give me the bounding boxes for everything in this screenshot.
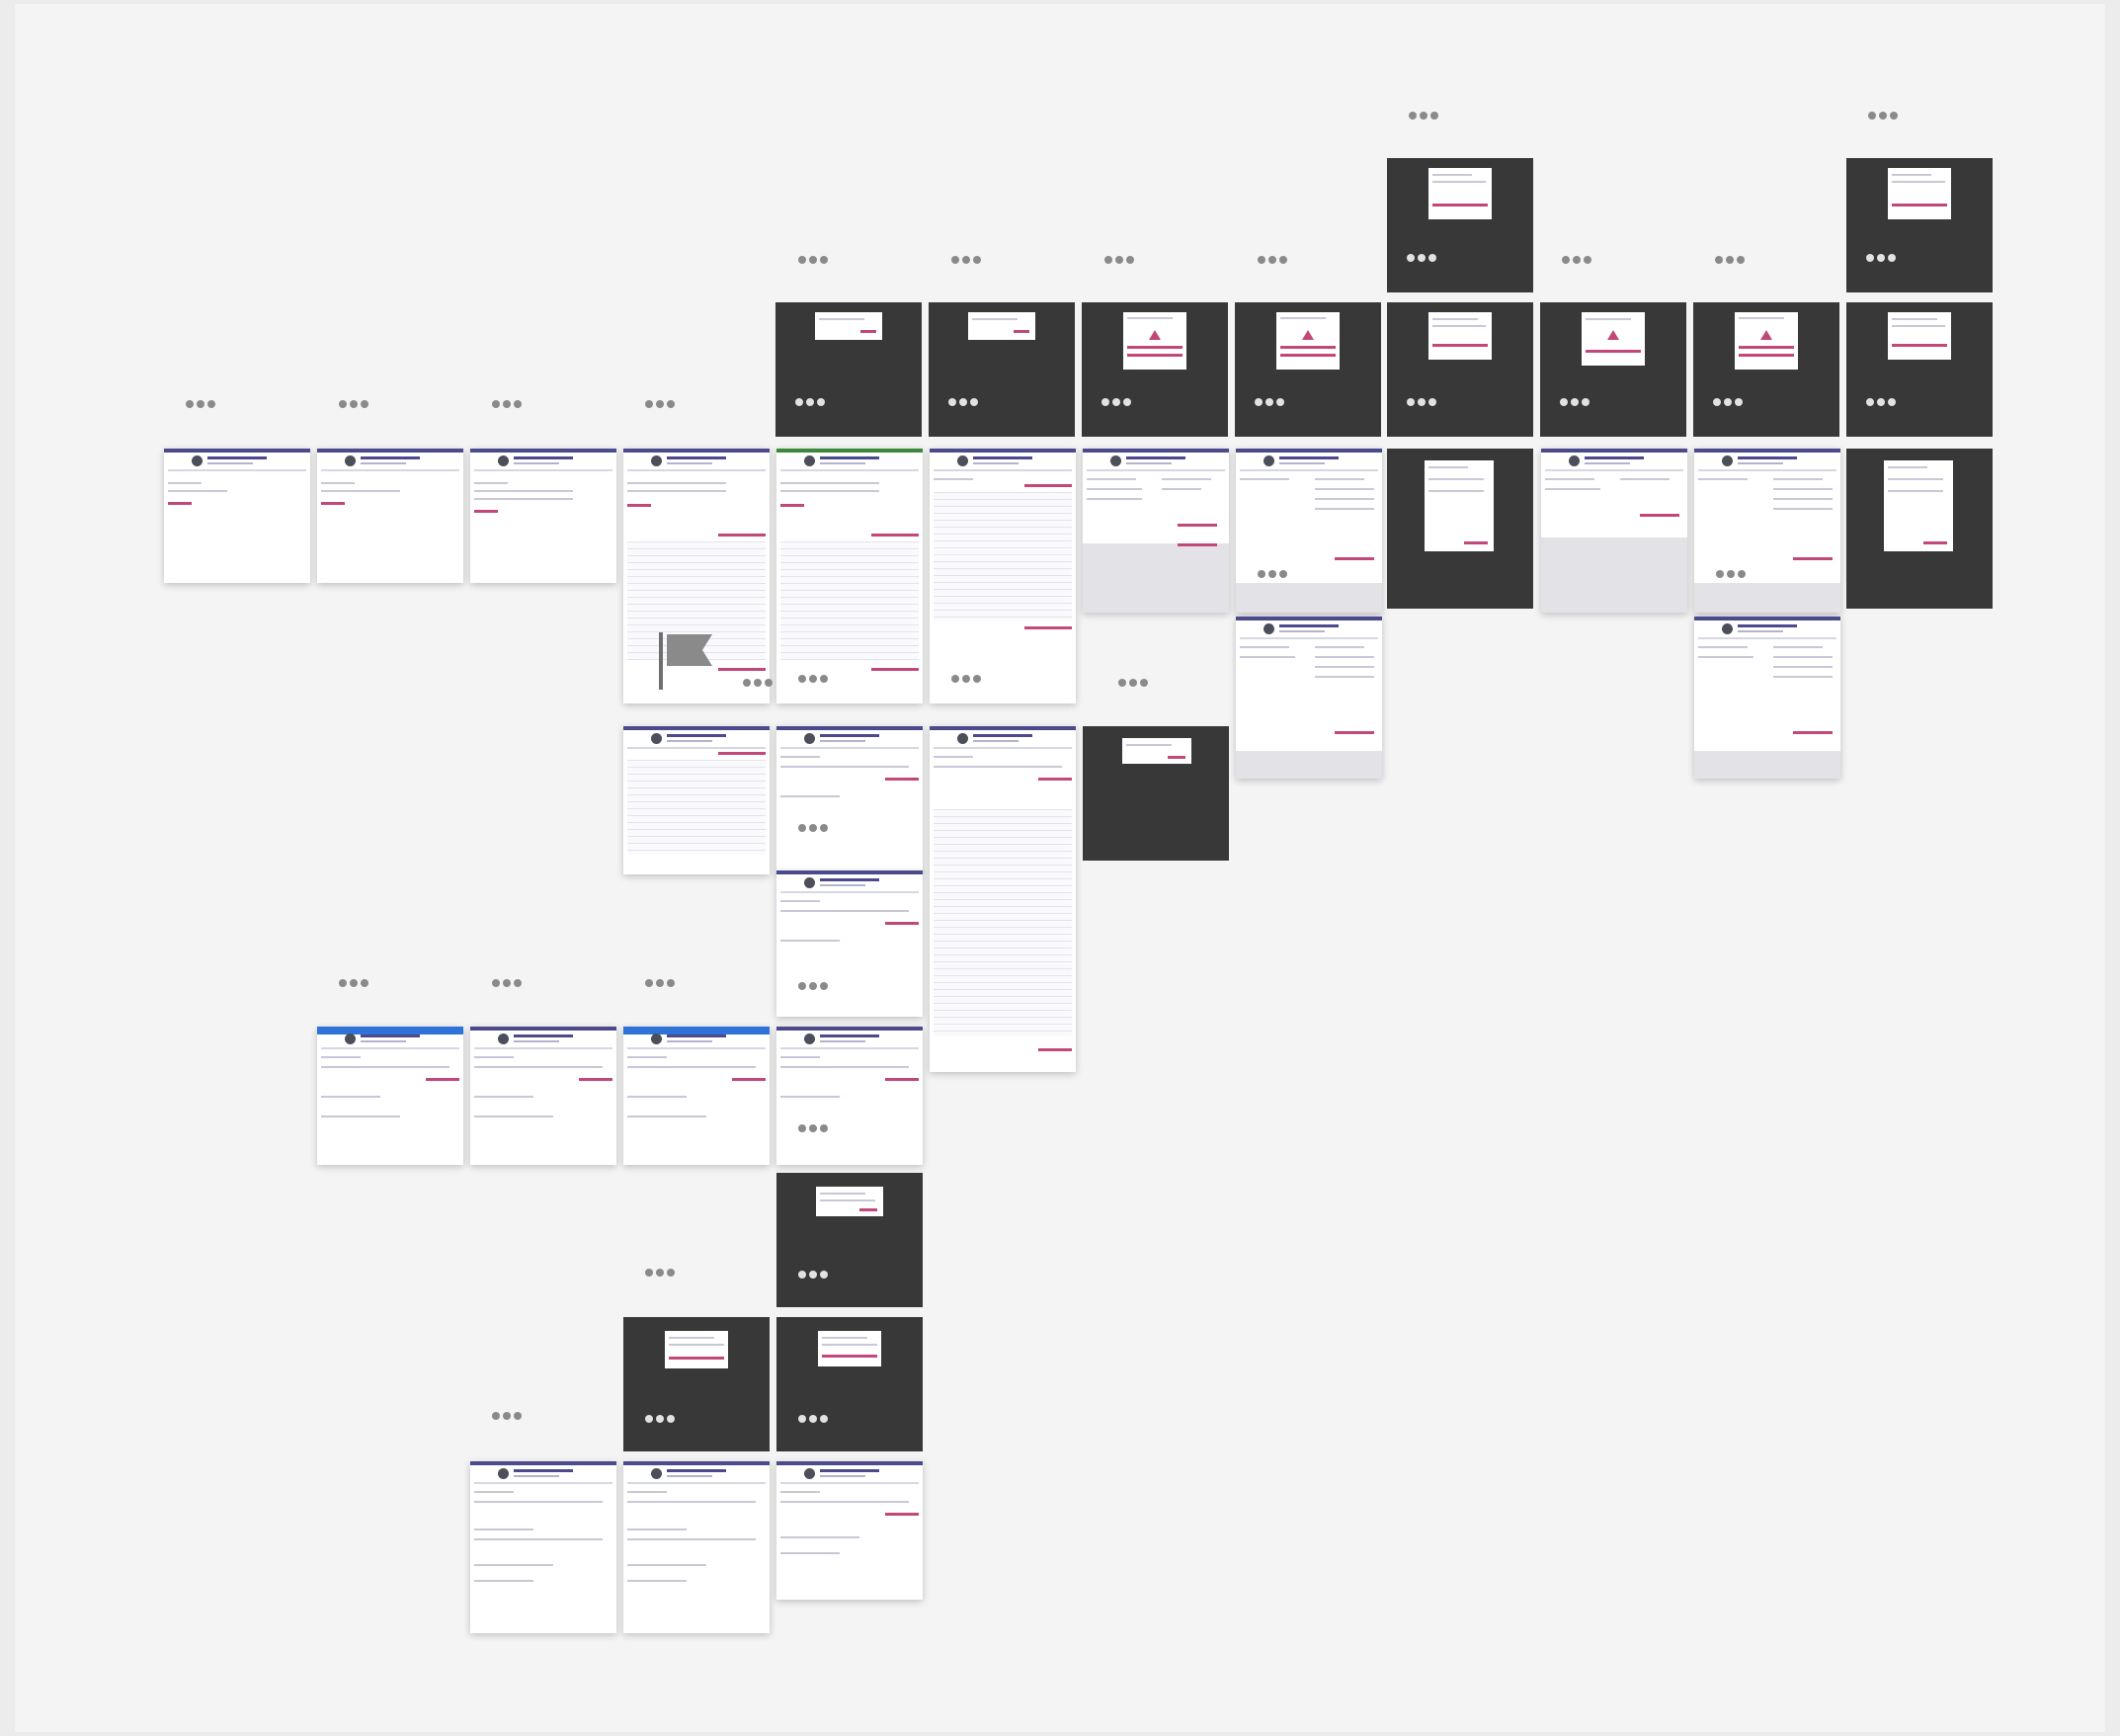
modal-frame[interactable] [776, 1173, 923, 1307]
more-icon[interactable] [645, 1412, 691, 1424]
screen-frame[interactable] [1541, 449, 1687, 613]
screen-frame[interactable] [317, 1027, 463, 1165]
more-icon[interactable] [951, 672, 997, 684]
flag-icon[interactable] [659, 632, 718, 692]
more-icon[interactable] [951, 253, 997, 265]
more-icon[interactable] [492, 1409, 537, 1421]
screen-frame[interactable] [470, 1461, 616, 1633]
more-icon[interactable] [798, 253, 844, 265]
screen-frame[interactable] [470, 1027, 616, 1165]
more-icon[interactable] [798, 1121, 844, 1133]
more-icon[interactable] [1258, 253, 1303, 265]
screen-frame[interactable] [930, 726, 1076, 1072]
screen-frame[interactable] [930, 449, 1076, 703]
more-icon[interactable] [798, 979, 844, 991]
screen-frame[interactable] [776, 726, 923, 872]
more-icon[interactable] [743, 676, 788, 688]
more-icon[interactable] [1118, 676, 1164, 688]
more-icon[interactable] [948, 395, 994, 407]
more-icon[interactable] [645, 976, 691, 988]
modal-frame[interactable] [1846, 158, 1993, 292]
modal-frame[interactable] [929, 302, 1075, 437]
screen-frame[interactable] [623, 726, 770, 874]
more-icon[interactable] [1104, 253, 1150, 265]
more-icon[interactable] [186, 397, 231, 409]
modal-frame[interactable] [1693, 302, 1839, 437]
more-icon[interactable] [1409, 109, 1454, 121]
screen-frame[interactable] [776, 870, 923, 1017]
more-icon[interactable] [339, 397, 384, 409]
modal-frame[interactable] [776, 1317, 923, 1451]
screen-frame[interactable] [776, 449, 923, 703]
screen-frame[interactable] [623, 1027, 770, 1165]
modal-frame[interactable] [1387, 449, 1533, 609]
more-icon[interactable] [645, 397, 691, 409]
screen-frame[interactable] [1694, 617, 1840, 779]
more-icon[interactable] [798, 821, 844, 833]
more-icon[interactable] [798, 1412, 844, 1424]
more-icon[interactable] [1560, 395, 1605, 407]
screen-frame[interactable] [1083, 449, 1229, 613]
modal-frame[interactable] [1387, 158, 1533, 292]
screen-frame[interactable] [164, 449, 310, 583]
more-icon[interactable] [1101, 395, 1147, 407]
screen-frame[interactable] [470, 449, 616, 583]
more-icon[interactable] [1562, 253, 1607, 265]
screen-frame[interactable] [776, 1027, 923, 1165]
more-icon[interactable] [1407, 251, 1452, 263]
screen-frame[interactable] [1236, 449, 1382, 613]
more-icon[interactable] [492, 976, 537, 988]
more-icon[interactable] [645, 1266, 691, 1278]
modal-frame[interactable] [623, 1317, 770, 1451]
more-icon[interactable] [1715, 253, 1760, 265]
more-icon[interactable] [339, 976, 384, 988]
more-icon[interactable] [492, 397, 537, 409]
more-icon[interactable] [798, 1268, 844, 1280]
more-icon[interactable] [1407, 395, 1452, 407]
more-icon[interactable] [1716, 567, 1761, 579]
more-icon[interactable] [1258, 567, 1303, 579]
screen-frame[interactable] [776, 1461, 923, 1600]
more-icon[interactable] [1713, 395, 1758, 407]
screen-frame[interactable] [623, 1461, 770, 1633]
more-icon[interactable] [1866, 251, 1912, 263]
more-icon[interactable] [1255, 395, 1300, 407]
modal-frame[interactable] [1082, 302, 1228, 437]
modal-frame[interactable] [1235, 302, 1381, 437]
modal-frame[interactable] [1083, 726, 1229, 861]
design-canvas[interactable] [15, 4, 2105, 1732]
more-icon[interactable] [798, 672, 844, 684]
modal-frame[interactable] [775, 302, 922, 437]
modal-frame[interactable] [1846, 302, 1993, 437]
more-icon[interactable] [795, 395, 841, 407]
screen-frame[interactable] [1694, 449, 1840, 613]
more-icon[interactable] [1868, 109, 1914, 121]
modal-frame[interactable] [1387, 302, 1533, 437]
modal-frame[interactable] [1846, 449, 1993, 609]
more-icon[interactable] [1866, 395, 1912, 407]
screen-frame[interactable] [317, 449, 463, 583]
modal-frame[interactable] [1540, 302, 1686, 437]
screen-frame[interactable] [1236, 617, 1382, 779]
